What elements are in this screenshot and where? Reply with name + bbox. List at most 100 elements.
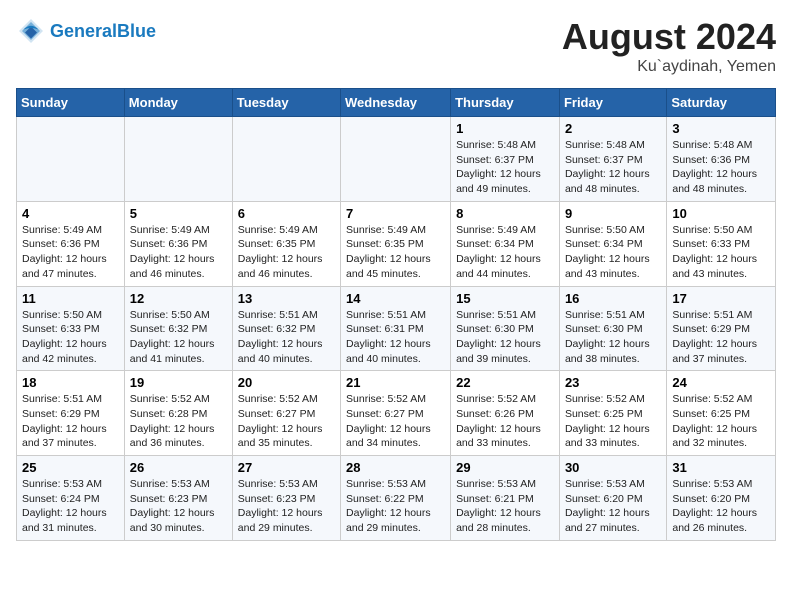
calendar-cell — [17, 117, 125, 202]
page-header: GeneralBlue August 2024 Ku`aydinah, Yeme… — [16, 16, 776, 76]
calendar-cell: 12 Sunrise: 5:50 AMSunset: 6:32 PMDayligh… — [124, 286, 232, 371]
day-number: 20 — [238, 375, 335, 390]
calendar-cell: 26Sunrise: 5:53 AMSunset: 6:23 PMDayligh… — [124, 456, 232, 541]
day-number: 31 — [672, 460, 770, 475]
day-number: 4 — [22, 206, 119, 221]
calendar-cell: 9Sunrise: 5:50 AMSunset: 6:34 PMDaylight… — [559, 201, 666, 286]
day-info: Sunrise: 5:52 AMSunset: 6:28 PMDaylight:… — [130, 392, 227, 451]
calendar-week-4: 18 Sunrise: 5:51 AMSunset: 6:29 PMDayligh… — [17, 371, 776, 456]
calendar-cell: 22Sunrise: 5:52 AMSunset: 6:26 PMDayligh… — [451, 371, 560, 456]
calendar-table: SundayMondayTuesdayWednesdayThursdayFrid… — [16, 88, 776, 541]
calendar-week-5: 25 Sunrise: 5:53 AMSunset: 6:24 PMDayligh… — [17, 456, 776, 541]
day-number: 16 — [565, 291, 661, 306]
day-info: Sunrise: 5:52 AMSunset: 6:26 PMDaylight:… — [456, 392, 554, 451]
header-day-wednesday: Wednesday — [341, 89, 451, 117]
calendar-cell: 24Sunrise: 5:52 AMSunset: 6:25 PMDayligh… — [667, 371, 776, 456]
day-number: 28 — [346, 460, 445, 475]
day-info: Sunrise: 5:53 AMSunset: 6:22 PMDaylight:… — [346, 477, 445, 536]
header-day-saturday: Saturday — [667, 89, 776, 117]
calendar-cell: 29 Sunrise: 5:53 AMSunset: 6:21 PMDayligh… — [451, 456, 560, 541]
day-number: 8 — [456, 206, 554, 221]
calendar-cell — [232, 117, 340, 202]
calendar-cell: 28 Sunrise: 5:53 AMSunset: 6:22 PMDayligh… — [341, 456, 451, 541]
day-number: 27 — [238, 460, 335, 475]
day-info: Sunrise: 5:51 AMSunset: 6:29 PMDaylight:… — [22, 392, 119, 451]
day-number: 2 — [565, 121, 661, 136]
header-day-sunday: Sunday — [17, 89, 125, 117]
day-number: 9 — [565, 206, 661, 221]
header-day-friday: Friday — [559, 89, 666, 117]
logo: GeneralBlue — [16, 16, 156, 46]
calendar-cell: 20 Sunrise: 5:52 AMSunset: 6:27 PMDayligh… — [232, 371, 340, 456]
day-info: Sunrise: 5:53 AMSunset: 6:21 PMDaylight:… — [456, 477, 554, 536]
day-info: Sunrise: 5:52 AMSunset: 6:27 PMDaylight:… — [238, 392, 335, 451]
header-day-thursday: Thursday — [451, 89, 560, 117]
day-info: Sunrise: 5:52 AMSunset: 6:27 PMDaylight:… — [346, 392, 445, 451]
day-info: Sunrise: 5:49 AMSunset: 6:35 PMDaylight:… — [346, 223, 445, 282]
day-number: 13 — [238, 291, 335, 306]
day-info: Sunrise: 5:50 AMSunset: 6:33 PMDaylight:… — [672, 223, 770, 282]
header-day-monday: Monday — [124, 89, 232, 117]
day-info: Sunrise: 5:50 AMSunset: 6:33 PMDaylight:… — [22, 308, 119, 367]
calendar-cell: 5 Sunrise: 5:49 AMSunset: 6:36 PMDaylight… — [124, 201, 232, 286]
calendar-cell: 25 Sunrise: 5:53 AMSunset: 6:24 PMDayligh… — [17, 456, 125, 541]
day-info: Sunrise: 5:51 AMSunset: 6:32 PMDaylight:… — [238, 308, 335, 367]
day-info: Sunrise: 5:49 AMSunset: 6:36 PMDaylight:… — [22, 223, 119, 282]
day-info: Sunrise: 5:51 AMSunset: 6:30 PMDaylight:… — [456, 308, 554, 367]
day-info: Sunrise: 5:50 AMSunset: 6:32 PMDaylight:… — [130, 308, 227, 367]
day-number: 18 — [22, 375, 119, 390]
day-number: 14 — [346, 291, 445, 306]
calendar-cell: 31Sunrise: 5:53 AMSunset: 6:20 PMDayligh… — [667, 456, 776, 541]
calendar-cell: 3Sunrise: 5:48 AMSunset: 6:36 PMDaylight… — [667, 117, 776, 202]
day-info: Sunrise: 5:49 AMSunset: 6:34 PMDaylight:… — [456, 223, 554, 282]
logo-blue: Blue — [117, 21, 156, 41]
day-number: 7 — [346, 206, 445, 221]
day-number: 23 — [565, 375, 661, 390]
day-number: 12 — [130, 291, 227, 306]
day-number: 5 — [130, 206, 227, 221]
month-year: August 2024 — [562, 16, 776, 58]
day-info: Sunrise: 5:49 AMSunset: 6:36 PMDaylight:… — [130, 223, 227, 282]
calendar-cell: 27 Sunrise: 5:53 AMSunset: 6:23 PMDayligh… — [232, 456, 340, 541]
calendar-cell: 14Sunrise: 5:51 AMSunset: 6:31 PMDayligh… — [341, 286, 451, 371]
day-number: 24 — [672, 375, 770, 390]
location: Ku`aydinah, Yemen — [562, 58, 776, 76]
day-number: 25 — [22, 460, 119, 475]
calendar-week-2: 4 Sunrise: 5:49 AMSunset: 6:36 PMDaylight… — [17, 201, 776, 286]
day-number: 26 — [130, 460, 227, 475]
calendar-cell: 17 Sunrise: 5:51 AMSunset: 6:29 PMDayligh… — [667, 286, 776, 371]
day-number: 19 — [130, 375, 227, 390]
calendar-cell: 18 Sunrise: 5:51 AMSunset: 6:29 PMDayligh… — [17, 371, 125, 456]
day-number: 15 — [456, 291, 554, 306]
header-day-tuesday: Tuesday — [232, 89, 340, 117]
calendar-cell: 23 Sunrise: 5:52 AMSunset: 6:25 PMDayligh… — [559, 371, 666, 456]
calendar-cell: 7 Sunrise: 5:49 AMSunset: 6:35 PMDaylight… — [341, 201, 451, 286]
logo-icon — [16, 16, 46, 46]
day-info: Sunrise: 5:53 AMSunset: 6:23 PMDaylight:… — [238, 477, 335, 536]
day-number: 29 — [456, 460, 554, 475]
day-info: Sunrise: 5:53 AMSunset: 6:24 PMDaylight:… — [22, 477, 119, 536]
calendar-cell: 21 Sunrise: 5:52 AMSunset: 6:27 PMDayligh… — [341, 371, 451, 456]
calendar-cell: 15 Sunrise: 5:51 AMSunset: 6:30 PMDayligh… — [451, 286, 560, 371]
calendar-cell: 6 Sunrise: 5:49 AMSunset: 6:35 PMDaylight… — [232, 201, 340, 286]
day-number: 30 — [565, 460, 661, 475]
calendar-cell: 16Sunrise: 5:51 AMSunset: 6:30 PMDayligh… — [559, 286, 666, 371]
day-info: Sunrise: 5:48 AMSunset: 6:37 PMDaylight:… — [565, 138, 661, 197]
day-info: Sunrise: 5:48 AMSunset: 6:37 PMDaylight:… — [456, 138, 554, 197]
calendar-week-1: 1 Sunrise: 5:48 AMSunset: 6:37 PMDaylight… — [17, 117, 776, 202]
day-number: 1 — [456, 121, 554, 136]
calendar-header-row: SundayMondayTuesdayWednesdayThursdayFrid… — [17, 89, 776, 117]
day-info: Sunrise: 5:53 AMSunset: 6:20 PMDaylight:… — [565, 477, 661, 536]
day-number: 11 — [22, 291, 119, 306]
logo-text: GeneralBlue — [50, 21, 156, 42]
day-number: 10 — [672, 206, 770, 221]
day-info: Sunrise: 5:51 AMSunset: 6:29 PMDaylight:… — [672, 308, 770, 367]
day-info: Sunrise: 5:49 AMSunset: 6:35 PMDaylight:… — [238, 223, 335, 282]
day-number: 3 — [672, 121, 770, 136]
day-number: 6 — [238, 206, 335, 221]
day-info: Sunrise: 5:52 AMSunset: 6:25 PMDaylight:… — [565, 392, 661, 451]
calendar-cell: 19 Sunrise: 5:52 AMSunset: 6:28 PMDayligh… — [124, 371, 232, 456]
day-number: 21 — [346, 375, 445, 390]
calendar-week-3: 11 Sunrise: 5:50 AMSunset: 6:33 PMDayligh… — [17, 286, 776, 371]
day-number: 17 — [672, 291, 770, 306]
